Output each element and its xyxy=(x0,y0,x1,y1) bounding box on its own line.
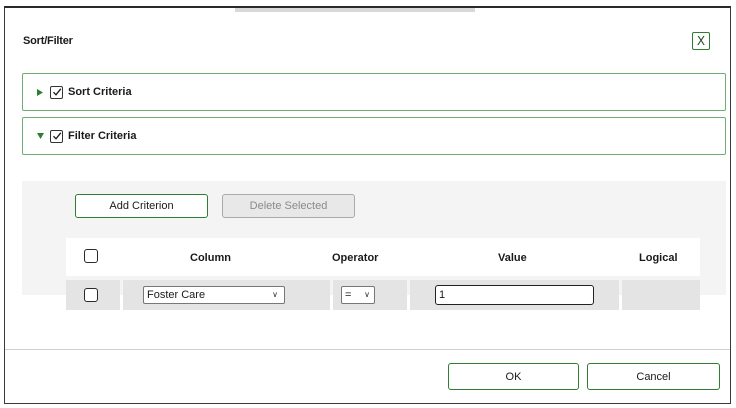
row-select-cell xyxy=(66,280,120,310)
sort-filter-dialog: Sort/Filter X Sort Criteria Filter Crite… xyxy=(4,6,731,404)
row-checkbox[interactable] xyxy=(84,288,98,302)
select-all-checkbox[interactable] xyxy=(84,249,98,263)
filter-criteria-section[interactable]: Filter Criteria xyxy=(22,117,726,155)
dialog-title: Sort/Filter xyxy=(23,35,73,47)
footer-divider xyxy=(5,349,730,350)
close-icon: X xyxy=(696,34,706,48)
sort-criteria-checkbox[interactable] xyxy=(50,85,63,99)
triangle-right-icon[interactable] xyxy=(35,87,45,97)
operator-select[interactable]: = ∨ xyxy=(341,286,375,304)
add-criterion-button[interactable]: Add Criterion xyxy=(75,194,208,218)
sort-criteria-label: Sort Criteria xyxy=(68,86,132,98)
header-logical: Logical xyxy=(639,252,678,264)
filter-table-header: Column Operator Value Logical xyxy=(66,238,700,276)
filter-criteria-checkbox[interactable] xyxy=(50,129,63,143)
table-row: Foster Care ∨ = ∨ 1 xyxy=(66,280,700,312)
value-input[interactable]: 1 xyxy=(435,285,594,305)
delete-selected-button[interactable]: Delete Selected xyxy=(222,194,355,218)
filter-table: Column Operator Value Logical Foster Car… xyxy=(66,238,700,312)
cancel-button[interactable]: Cancel xyxy=(587,363,720,390)
header-column: Column xyxy=(190,252,231,264)
top-strip xyxy=(235,8,475,12)
row-column-cell: Foster Care ∨ xyxy=(123,280,330,310)
operator-select-value: = xyxy=(345,289,352,301)
check-icon xyxy=(52,132,61,140)
header-value: Value xyxy=(498,252,527,264)
triangle-down-icon[interactable] xyxy=(35,131,45,141)
header-operator: Operator xyxy=(332,252,379,264)
filter-criteria-label: Filter Criteria xyxy=(68,130,137,142)
sort-criteria-section[interactable]: Sort Criteria xyxy=(22,73,726,111)
row-value-cell: 1 xyxy=(410,280,619,310)
close-button[interactable]: X xyxy=(692,32,710,50)
chevron-down-icon: ∨ xyxy=(364,290,370,299)
chevron-down-icon: ∨ xyxy=(272,290,278,299)
column-select-value: Foster Care xyxy=(147,289,206,301)
ok-button[interactable]: OK xyxy=(448,363,579,390)
row-operator-cell: = ∨ xyxy=(333,280,407,310)
row-logical-cell[interactable] xyxy=(622,280,700,310)
column-select[interactable]: Foster Care ∨ xyxy=(143,286,285,304)
check-icon xyxy=(52,88,61,96)
